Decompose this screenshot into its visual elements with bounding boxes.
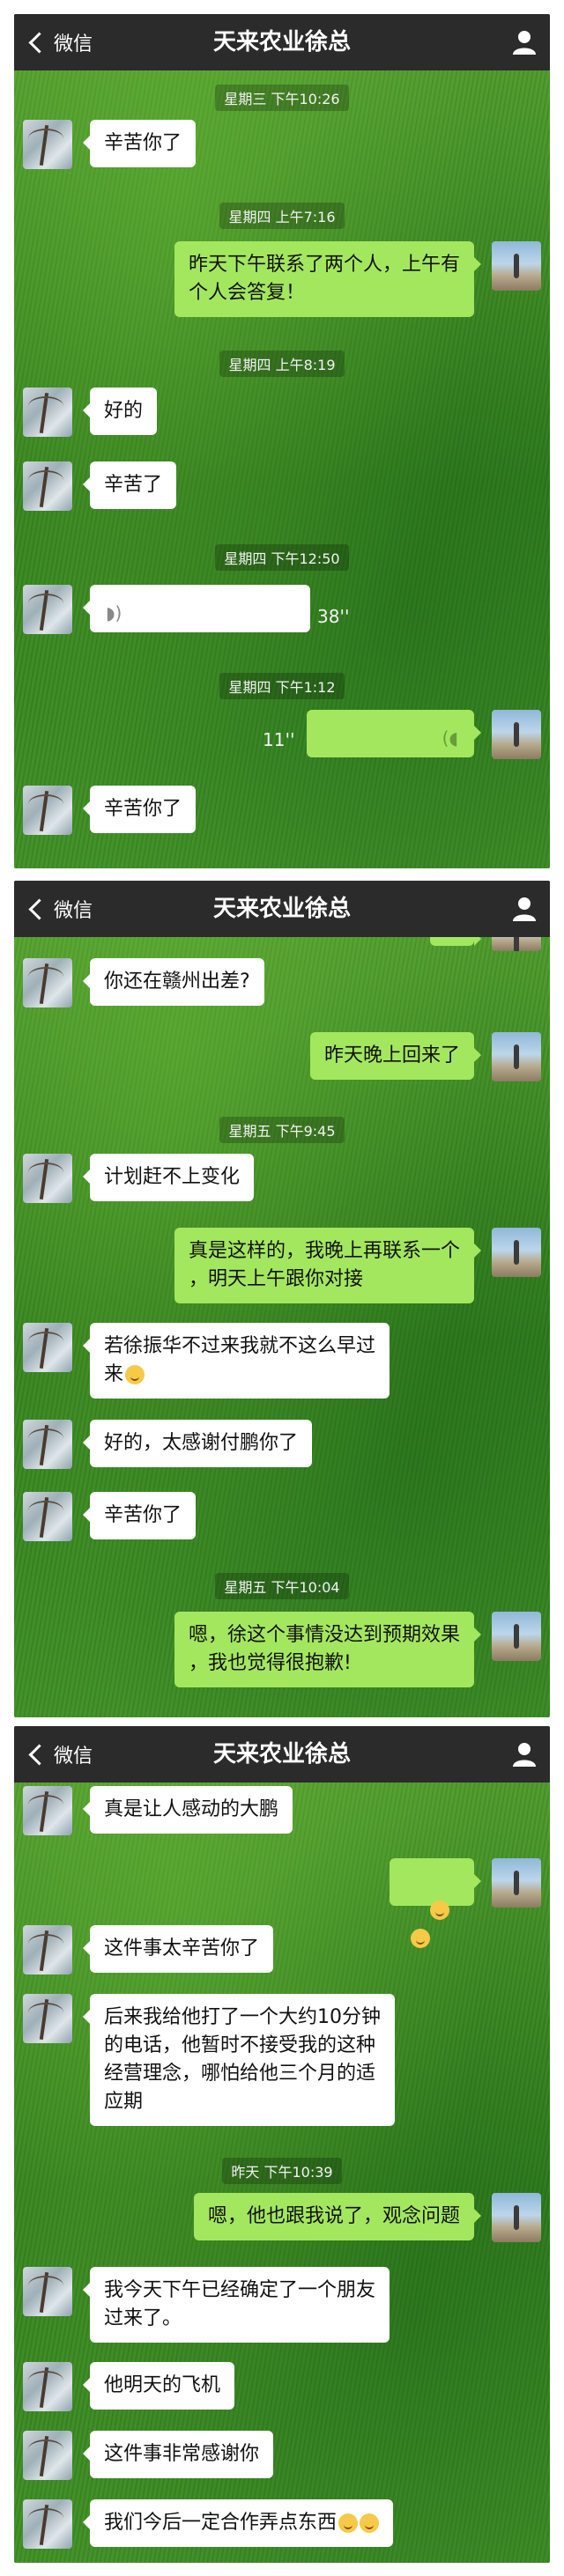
message-bubble-incoming[interactable]: 好的，太感谢付鹏你了 (82, 1420, 313, 1467)
avatar-contact[interactable] (23, 1154, 72, 1203)
avatar-contact[interactable] (23, 1994, 72, 2043)
laughing-emoji-icon (411, 1929, 430, 1948)
person-icon[interactable] (511, 1741, 538, 1768)
laughing-emoji-icon (429, 1901, 449, 1920)
avatar-contact[interactable] (23, 1323, 72, 1372)
message-bubble-incoming[interactable]: 好的 (82, 388, 158, 435)
avatar-self[interactable] (492, 1032, 541, 1081)
nav-bar: 微信 天来农业徐总 (14, 1726, 550, 1783)
person-icon[interactable] (511, 896, 538, 922)
avatar-contact[interactable] (23, 2499, 72, 2549)
avatar-self[interactable] (492, 1228, 541, 1277)
person-icon[interactable] (511, 29, 538, 55)
avatar-self[interactable] (492, 1858, 541, 1908)
message-bubble-incoming[interactable]: 你还在赣州出差? (83, 958, 264, 1006)
timestamp: 星期四 上午8:19 (14, 351, 550, 377)
message-bubble-incoming[interactable]: 这件事非常感谢你 (82, 2431, 274, 2478)
avatar-contact[interactable] (23, 1925, 72, 1974)
avatar-contact[interactable] (23, 1492, 72, 1541)
message-bubble-incoming[interactable]: 辛苦你了 (82, 1492, 197, 1539)
avatar-self[interactable] (492, 2193, 541, 2242)
voice-message-outgoing[interactable]: (◖ (307, 710, 481, 757)
grin-emoji-icon (338, 2513, 359, 2533)
avatar-contact[interactable] (23, 461, 72, 511)
message-bubble-outgoing[interactable] (390, 1858, 481, 1948)
message-bubble-incoming[interactable]: 辛苦你了 (82, 120, 197, 167)
message-bubble-incoming[interactable]: 辛苦了 (82, 461, 177, 509)
avatar-contact[interactable] (23, 120, 72, 169)
timestamp: 星期五 下午9:45 (14, 1117, 550, 1143)
message-bubble-incoming[interactable]: 我今天下午已经确定了一个朋友 过来了。 (82, 2267, 390, 2343)
message-bubble-incoming[interactable]: 我们今后一定合作弄点东西 (82, 2499, 394, 2547)
chat-title: 天来农业徐总 (212, 29, 351, 55)
message-bubble-incoming[interactable]: 后来我给他打了一个大约10分钟 的电话，他暂时不接受我的这种 经营理念，哪怕给他… (83, 1994, 395, 2126)
timestamp: 星期四 下午1:12 (14, 673, 550, 699)
avatar-self[interactable] (492, 1612, 541, 1661)
voice-wave-icon: ◗) (106, 602, 122, 624)
chat-title: 天来农业徐总 (212, 1741, 351, 1768)
message-bubble-incoming[interactable]: 真是让人感动的大鹏 (82, 1786, 293, 1834)
message-bubble-incoming[interactable]: 若徐振华不过来我就不这么早过 来 (82, 1323, 390, 1399)
timestamp: 星期四 下午12:50 (14, 544, 550, 571)
chat-screenshot-3: 微信 天来农业徐总 真是让人感动的大鹏 这件事太辛苦你了 后来我给他打了一个大约… (14, 1726, 550, 2563)
voice-duration: 11'' (263, 729, 295, 750)
message-bubble-outgoing[interactable]: 昨天下午联系了两个人，上午有 个人会答复！ (174, 241, 482, 317)
timestamp: 星期五 下午10:04 (14, 1573, 550, 1599)
avatar-contact[interactable] (23, 2431, 72, 2480)
avatar-contact[interactable] (23, 1786, 72, 1835)
grin-emoji-icon (360, 2513, 380, 2533)
smile-emoji-icon (125, 1365, 145, 1384)
voice-message-incoming[interactable]: ◗) (83, 585, 310, 632)
avatar-contact[interactable] (23, 585, 72, 634)
message-bubble-incoming[interactable]: 这件事太辛苦你了 (82, 1925, 274, 1973)
voice-duration: 38'' (317, 606, 350, 627)
message-bubble-outgoing[interactable]: 昨天晚上回来了 (309, 1032, 482, 1080)
message-bubble-outgoing[interactable]: 嗯，他也跟我说了，观念问题 (193, 2193, 482, 2240)
chat-screenshot-1: 微信 天来农业徐总 星期三 下午10:26 辛苦你了 星期四 上午7:16 昨天… (14, 14, 550, 868)
avatar-contact[interactable] (23, 2362, 72, 2411)
chat-screenshot-2: 微信 天来农业徐总 你还在赣州出差? 昨天晚上回来了 星期五 下午9:45 计划… (14, 881, 550, 1717)
avatar-contact[interactable] (23, 958, 72, 1008)
avatar-self[interactable] (492, 710, 541, 759)
avatar-self[interactable] (492, 241, 541, 291)
message-bubble-outgoing[interactable]: 嗯，徐这个事情没达到预期效果 ，我也觉得很抱歉! (174, 1612, 482, 1687)
avatar-contact[interactable] (23, 388, 72, 437)
avatar-contact[interactable] (23, 2267, 72, 2316)
timestamp: 星期四 上午7:16 (14, 203, 550, 229)
nav-bar: 微信 天来农业徐总 (14, 14, 550, 70)
message-bubble-incoming[interactable]: 辛苦你了 (82, 786, 197, 833)
message-bubble-outgoing[interactable]: 真是这样的，我晚上再联系一个 ，明天上午跟你对接 (174, 1228, 482, 1303)
avatar-contact[interactable] (23, 786, 72, 835)
chat-title: 天来农业徐总 (212, 896, 351, 922)
avatar-contact[interactable] (23, 1420, 72, 1469)
message-bubble-incoming[interactable]: 计划赶不上变化 (82, 1154, 255, 1201)
timestamp: 昨天 下午10:39 (14, 2158, 550, 2184)
message-bubble-incoming[interactable]: 他明天的飞机 (82, 2362, 235, 2410)
voice-wave-icon: (◖ (442, 727, 458, 749)
nav-bar: 微信 天来农业徐总 (14, 881, 550, 937)
timestamp: 星期三 下午10:26 (14, 85, 550, 111)
